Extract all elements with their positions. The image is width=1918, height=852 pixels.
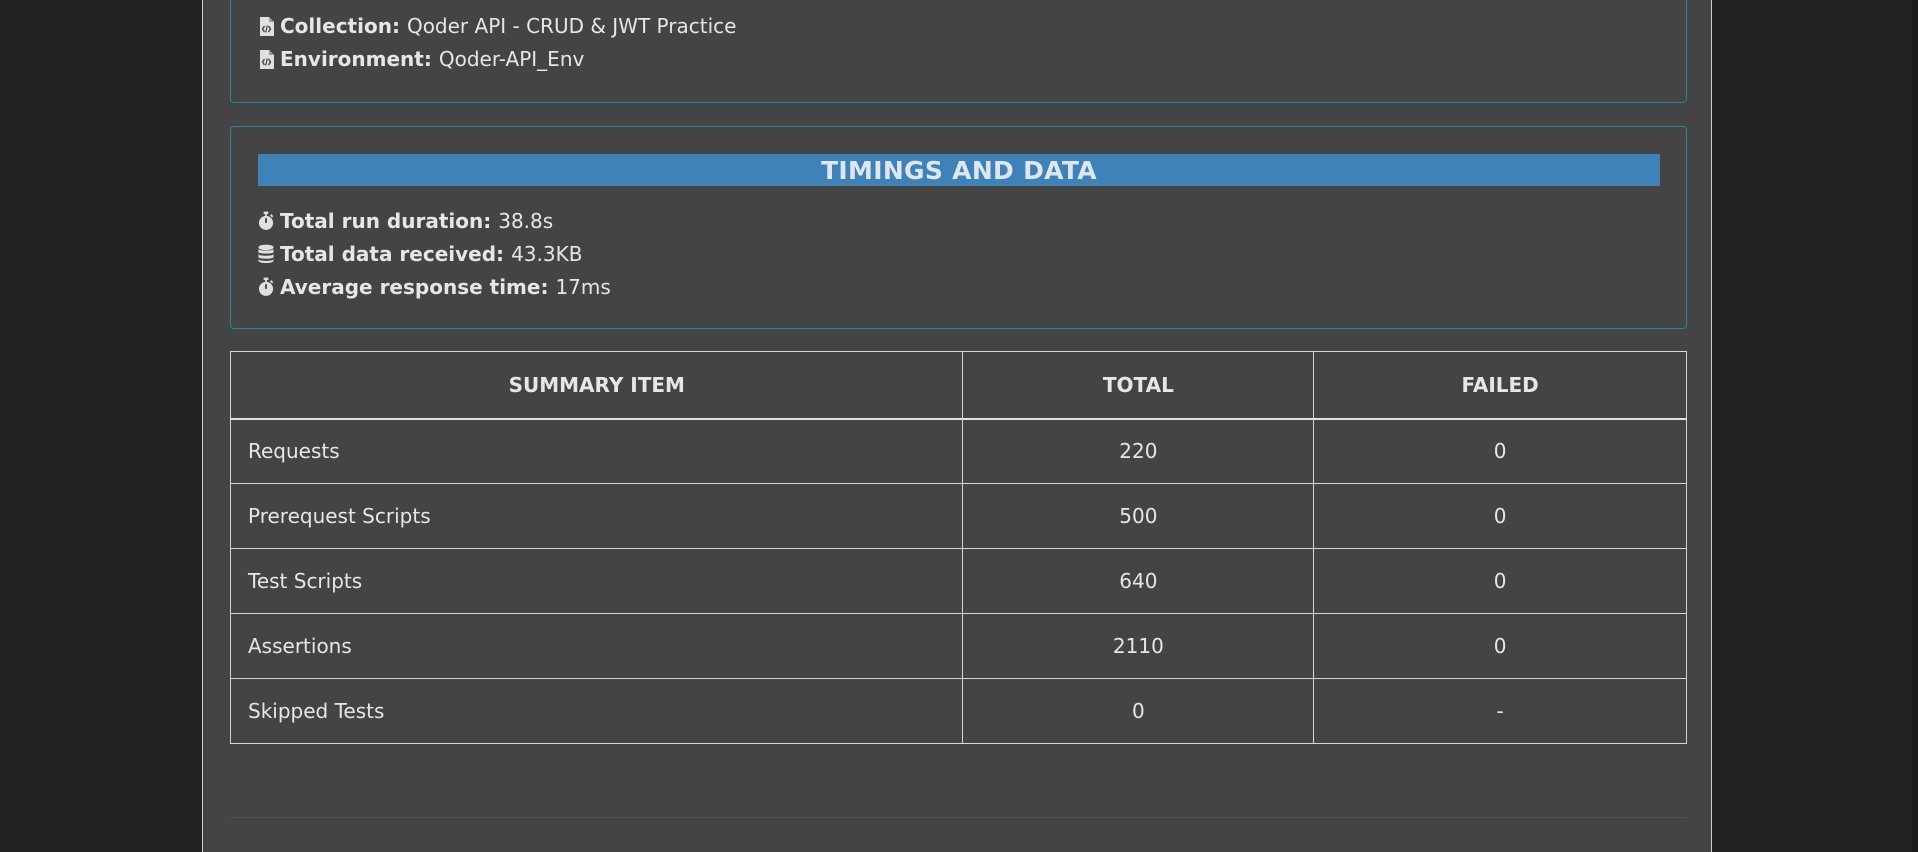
summary-item-cell: Assertions (229, 613, 964, 679)
column-header-total: TOTAL (962, 351, 1315, 420)
column-header-failed: FAILED (1313, 351, 1687, 420)
run-duration-label: Total run duration: (280, 209, 492, 233)
summary-item-cell: Requests (229, 418, 964, 484)
total-cell: 2110 (962, 613, 1315, 679)
table-row: Test Scripts 640 0 (229, 548, 1687, 614)
summary-item-cell: Test Scripts (229, 548, 964, 614)
run-duration-value: 38.8s (498, 209, 554, 233)
failed-cell: 0 (1313, 548, 1687, 614)
environment-value: Qoder-API_Env (438, 47, 585, 71)
failed-cell: 0 (1313, 418, 1687, 484)
summary-item-cell: Skipped Tests (229, 678, 964, 744)
table-row: Assertions 2110 0 (229, 613, 1687, 679)
total-cell: 500 (962, 483, 1315, 549)
divider (230, 817, 1687, 818)
timings-title: TIMINGS AND DATA (258, 154, 1660, 186)
collection-label: Collection: (280, 14, 400, 38)
environment-label: Environment: (280, 47, 432, 71)
file-code-icon (258, 49, 274, 69)
file-code-icon (258, 16, 274, 36)
failed-cell: - (1313, 678, 1687, 744)
timings-card: TIMINGS AND DATA Total run duration: 38.… (230, 126, 1687, 329)
collection-info-card: Collection: Qoder API - CRUD & JWT Pract… (230, 0, 1687, 103)
avg-response-line: Average response time: 17ms (258, 271, 611, 303)
stopwatch-icon (258, 211, 274, 231)
table-row: Prerequest Scripts 500 0 (229, 483, 1687, 549)
failed-cell: 0 (1313, 613, 1687, 679)
summary-item-cell: Prerequest Scripts (229, 483, 964, 549)
summary-table: SUMMARY ITEM TOTAL FAILED Requests 220 0… (229, 351, 1687, 744)
stopwatch-icon (258, 277, 274, 297)
summary-header-row: SUMMARY ITEM TOTAL FAILED (229, 351, 1687, 420)
avg-response-value: 17ms (555, 275, 611, 299)
collection-line: Collection: Qoder API - CRUD & JWT Pract… (258, 10, 736, 42)
collection-value: Qoder API - CRUD & JWT Practice (406, 14, 737, 38)
data-received-value: 43.3KB (511, 242, 583, 266)
table-row: Requests 220 0 (229, 418, 1687, 484)
total-cell: 220 (962, 418, 1315, 484)
data-received-label: Total data received: (280, 242, 505, 266)
data-received-line: Total data received: 43.3KB (258, 238, 582, 270)
database-icon (258, 244, 274, 264)
total-cell: 640 (962, 548, 1315, 614)
report-page: Collection: Qoder API - CRUD & JWT Pract… (202, 0, 1712, 852)
failed-cell: 0 (1313, 483, 1687, 549)
column-header-summary-item: SUMMARY ITEM (229, 351, 964, 420)
run-duration-line: Total run duration: 38.8s (258, 205, 553, 237)
scrollbar-track[interactable] (1912, 0, 1918, 852)
table-row: Skipped Tests 0 - (229, 678, 1687, 744)
environment-line: Environment: Qoder-API_Env (258, 43, 584, 75)
avg-response-label: Average response time: (280, 275, 549, 299)
total-cell: 0 (962, 678, 1315, 744)
